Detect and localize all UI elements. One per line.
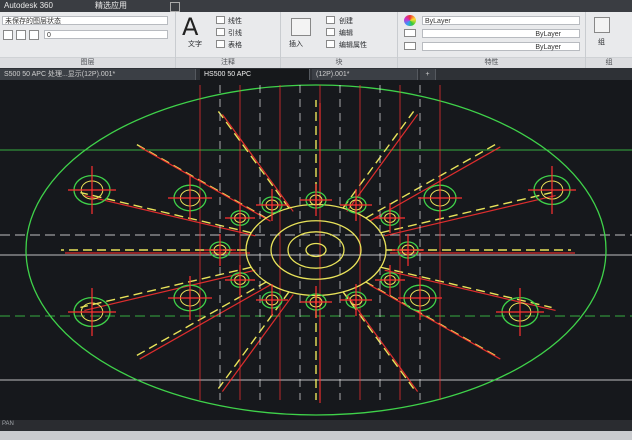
tab-doc-3-label: (12P).001*	[316, 71, 350, 78]
color-wheel-icon[interactable]	[404, 15, 416, 26]
command-line[interactable]: PAN	[2, 421, 182, 429]
current-layer-dropdown[interactable]: 0	[44, 30, 168, 39]
new-tab-button[interactable]: +	[420, 69, 436, 80]
edit-attr-label[interactable]: 编辑属性	[339, 40, 367, 50]
bulb-icon[interactable]	[3, 30, 13, 40]
group-icon[interactable]	[594, 17, 610, 33]
linear-dim-icon[interactable]	[216, 16, 225, 24]
color-bylayer-text: ByLayer	[425, 18, 451, 25]
properties-panel: ByLayer ByLayer ByLayer 特性	[398, 12, 586, 68]
edit-attr-icon[interactable]	[326, 40, 335, 48]
layer-state-dropdown[interactable]: 未保存的图层状态	[2, 16, 168, 25]
groups-panel: 组 组	[586, 12, 632, 68]
ribbon: 未保存的图层状态 0 图层 A 文字 线性 引线 表格 注释 插入 创建 编辑 …	[0, 12, 632, 69]
title-bar: Autodesk 360 精选应用	[0, 0, 632, 12]
hub-circle	[245, 203, 387, 297]
groups-panel-title[interactable]: 组	[586, 57, 632, 68]
tab-doc-2-label: HS500 50 APC	[204, 71, 252, 78]
dropdown-icon[interactable]	[170, 2, 180, 12]
radial-slot	[342, 291, 415, 389]
document-tabs: S500 50 APC 处理...显示(12P).001* HS500 50 A…	[0, 68, 632, 80]
create-label[interactable]: 创建	[339, 16, 353, 26]
radial-slot	[365, 143, 497, 219]
leader-icon[interactable]	[216, 28, 225, 36]
radial-axis	[221, 294, 294, 392]
linetype-dropdown[interactable]: ByLayer	[422, 42, 580, 51]
properties-panel-title[interactable]: 特性	[398, 57, 585, 68]
block-panel: 插入 创建 编辑 编辑属性 块	[281, 12, 398, 68]
radial-axis	[139, 284, 271, 360]
edit-block-icon[interactable]	[326, 28, 335, 36]
featured-apps-link[interactable]: 精选应用	[95, 0, 127, 12]
linetype-bylayer-text: ByLayer	[535, 44, 561, 51]
hub-circle	[287, 231, 345, 269]
lineweight-icon[interactable]	[404, 29, 416, 37]
block-panel-title[interactable]: 块	[281, 57, 397, 68]
linetype-icon[interactable]	[404, 42, 416, 50]
radial-axis	[346, 294, 419, 392]
layers-panel: 未保存的图层状态 0 图层	[0, 12, 176, 68]
radial-axis	[84, 195, 256, 237]
edit-label[interactable]: 编辑	[339, 28, 353, 38]
annotation-panel: A 文字 线性 引线 表格 注释	[176, 12, 281, 68]
radial-axis	[139, 146, 271, 222]
radial-axis	[84, 269, 256, 311]
drawing-canvas[interactable]	[0, 80, 632, 420]
sun-icon[interactable]	[16, 30, 26, 40]
radial-slot	[342, 111, 415, 209]
radial-axis	[221, 114, 294, 212]
create-block-icon[interactable]	[326, 16, 335, 24]
linear-label[interactable]: 线性	[228, 16, 242, 26]
status-strip	[0, 431, 632, 440]
radial-slot	[380, 266, 552, 309]
lineweight-bylayer-text: ByLayer	[535, 31, 561, 38]
insert-icon[interactable]	[291, 18, 311, 36]
autocad-window: { "titlebar": { "app_name": "Autodesk 36…	[0, 0, 632, 440]
annotation-panel-title[interactable]: 注释	[176, 57, 280, 68]
tab-doc-3[interactable]: (12P).001*	[312, 69, 418, 80]
radial-slot	[365, 281, 497, 357]
lock-icon[interactable]	[29, 30, 39, 40]
radial-slot	[380, 191, 552, 234]
tab-doc-1[interactable]: S500 50 APC 处理...显示(12P).001*	[0, 69, 196, 80]
layers-panel-title[interactable]: 图层	[0, 57, 175, 68]
leader-label[interactable]: 引线	[228, 28, 242, 38]
radial-axis	[384, 269, 556, 311]
insert-label[interactable]: 插入	[289, 39, 303, 49]
current-layer-text: 0	[47, 32, 51, 39]
autodesk360-link[interactable]: Autodesk 360	[4, 0, 53, 12]
status-bar: PAN	[0, 420, 632, 440]
group-label[interactable]: 组	[598, 37, 605, 47]
radial-slot	[135, 281, 267, 357]
table-icon[interactable]	[216, 40, 225, 48]
radial-axis	[384, 195, 556, 237]
tab-doc-2[interactable]: HS500 50 APC	[200, 69, 310, 80]
text-icon[interactable]: A	[182, 13, 198, 41]
color-dropdown[interactable]: ByLayer	[422, 16, 580, 25]
radial-axis	[369, 284, 501, 360]
cad-drawing	[0, 84, 632, 416]
table-label[interactable]: 表格	[228, 40, 242, 50]
lineweight-dropdown[interactable]: ByLayer	[422, 29, 580, 38]
radial-slot	[217, 111, 290, 209]
tab-doc-1-label: S500 50 APC 处理...显示(12P).001*	[4, 71, 116, 78]
radial-slot	[80, 266, 252, 309]
layer-state-text: 未保存的图层状态	[5, 18, 61, 25]
text-button-label[interactable]: 文字	[188, 39, 202, 49]
hub-circle	[270, 220, 362, 280]
